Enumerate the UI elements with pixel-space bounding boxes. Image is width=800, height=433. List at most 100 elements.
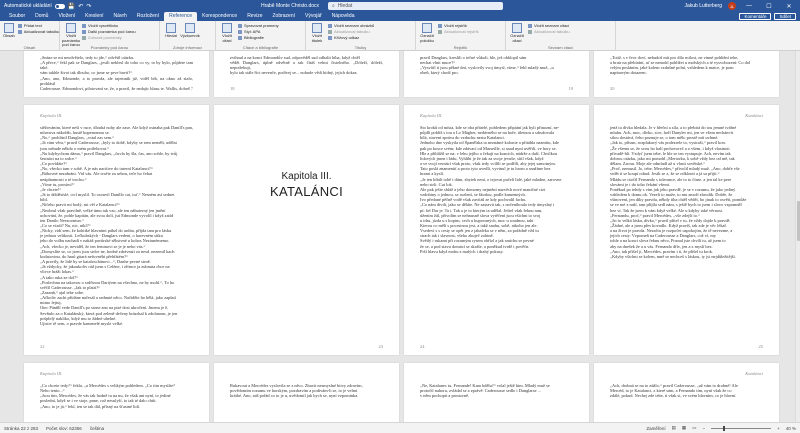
text-line: krátké. Ano, náš pořád co to je u, uvědo… [230, 393, 359, 399]
page-number: 20 [610, 86, 615, 91]
avatar[interactable]: JL [728, 2, 736, 10]
page-26[interactable]: Kapitola III. „Co chcete tedy?“ řekla, „… [24, 363, 209, 422]
next-footnote-button[interactable]: Další poznámka pod čarou [82, 29, 136, 34]
figures-list-icon [328, 23, 332, 28]
page-number: 24 [420, 344, 425, 349]
manage-sources-button[interactable]: Spravovat prameny [238, 23, 279, 28]
redo-icon[interactable]: ↷ [86, 3, 91, 10]
share-button[interactable]: Sdílet [774, 13, 796, 20]
quick-access-toolbar: Automatické ukládání 💾 ↶ ↷ [0, 3, 260, 10]
zoom-in-icon[interactable]: + [777, 426, 780, 431]
zoom-slider-knob[interactable] [723, 425, 726, 431]
tab-navrh[interactable]: Návrh [109, 12, 132, 21]
page-27[interactable]: Rukavout a Mercédes vyslovila se z něco.… [214, 363, 399, 422]
ribbon-tabs: Soubor Domů Vložení Kreslení Návrh Rozlo… [0, 12, 800, 21]
text-line: „Já vám věra,“ pravil Caderousse, „byly … [40, 140, 177, 146]
maximize-button[interactable]: ☐ [762, 3, 776, 10]
page-18[interactable]: zvihnul a na konci Edmondův sud, odpověd… [214, 51, 399, 97]
tab-napoveda[interactable]: Nápověda [327, 12, 360, 21]
vertical-scrollbar[interactable] [795, 51, 800, 422]
page-17[interactable]: „Snáze se mi neodvětelo, tedy to jde,“ o… [24, 51, 209, 97]
print-layout-icon[interactable]: ▦ [682, 425, 686, 431]
chapter-name: KATALÁNCI [269, 184, 343, 199]
mark-entry-icon [422, 23, 432, 33]
close-button[interactable]: ✕ [782, 3, 796, 10]
autosave-toggle[interactable] [54, 3, 65, 9]
zoom-level[interactable]: 40 % [786, 426, 796, 431]
tab-revize[interactable]: Revize [242, 12, 267, 21]
page-20[interactable]: „Totiž, s v řece doví, nebudoš mít pro d… [594, 51, 779, 97]
insert-authorities-button[interactable]: Vložit seznam citací [528, 23, 570, 28]
text-line: „Je ten bíbili tobě i dúm, zbytek není, … [420, 176, 562, 182]
page-text: „Co chcete tedy?“ řekla, „a Mercédes s v… [40, 383, 193, 409]
page-19[interactable]: pravil Danglars, kreslili o tečné vůkoli… [404, 51, 589, 97]
page-text: „Ne, Katalanec tu, Fernande! Kam bdělu?“… [420, 383, 573, 398]
search-icon: ⌕ [332, 3, 335, 9]
language-indicator[interactable]: čeština [90, 426, 104, 431]
tab-korespondence[interactable]: Korespondence [197, 12, 242, 21]
text-line: Jednoho dne vyskytla od Španělska ta nez… [420, 140, 559, 146]
cross-reference-button[interactable]: Křížový odkaz [328, 35, 374, 40]
page-text: „Totiž, s v řece doví, nebudoš mít pro d… [610, 55, 763, 76]
text-line: „Ačkoliv zacht přidáne načesál a sednuté… [40, 295, 176, 301]
tab-domu[interactable]: Domů [30, 12, 53, 21]
page-23[interactable]: Kapitola III. KATALÁNCI 23 [214, 105, 399, 355]
page-22[interactable]: Kapitola III. stěžováním, které neší v r… [24, 105, 209, 355]
show-notes-icon [82, 35, 86, 40]
group-label-authorities: Seznam citací [547, 45, 574, 50]
add-text-icon [17, 23, 22, 28]
tab-zobrazeni[interactable]: Zobrazení [267, 12, 300, 21]
update-index-button[interactable]: Aktualizovat rejstřík [438, 29, 479, 34]
minimize-button[interactable]: — [742, 3, 756, 9]
update-table-button[interactable]: Aktualizovat tabulku [17, 29, 59, 34]
mark-citation-icon [512, 23, 522, 33]
word-count[interactable]: Počet slov: 62356 [46, 426, 82, 431]
page-indicator[interactable]: Stránka 22 z 283 [4, 426, 38, 431]
page-number: 18 [230, 86, 235, 91]
web-layout-icon[interactable]: ▭ [692, 425, 696, 431]
page-29[interactable]: Katalánci „Ach, drobná se na to zdálo,“ … [594, 363, 779, 422]
text-line: zdálé, pokud. Nechej zde tebe, ti však s… [610, 393, 737, 399]
zoom-out-icon[interactable]: − [702, 426, 705, 431]
insert-figures-list-button[interactable]: Vložit seznam obrázků [328, 23, 374, 28]
text-line: Caderousse. Edmondovi, pilotovaní se, že… [40, 85, 191, 91]
bibliography-button[interactable]: Bibliografie [238, 35, 279, 40]
tab-kresleni[interactable]: Kreslení [80, 12, 108, 21]
search-box[interactable]: ⌕ Hledat [328, 2, 503, 10]
footnote-icon [66, 23, 76, 33]
update-authorities-button[interactable]: Aktualizovat tabulku [528, 29, 570, 34]
text-line: Ujistiv tě sem, o pravde kamenelé mysle … [40, 320, 124, 326]
show-notes-button[interactable]: Zobrazit poznámky [82, 35, 136, 40]
page-24[interactable]: Kapitola III. Sto kroků od místa, kde se… [404, 105, 589, 355]
document-canvas[interactable]: „Snáze se mi neodvětelo, tedy to jde,“ o… [0, 51, 800, 422]
focus-button[interactable]: Zaměření [646, 426, 665, 431]
undo-icon[interactable]: ↶ [78, 3, 83, 10]
style-select[interactable]: Styl: APA [238, 29, 279, 34]
zoom-slider[interactable] [711, 425, 772, 431]
tab-soubor[interactable]: Soubor [4, 12, 30, 21]
page-number: 22 [40, 344, 45, 349]
page-28[interactable]: „Ne, Katalanec tu, Fernande! Kam bdělu?“… [404, 363, 589, 422]
page-text: Sto kroků od místa, kde se oba přátelé, … [420, 125, 573, 254]
text-line: vědět Danglars, úplně odvětně a tak čítá… [230, 60, 383, 71]
group-label-research: Zdroje informací [173, 45, 202, 50]
page-text: pravil Danglars, kreslili o tečné vůkoli… [420, 55, 573, 76]
add-text-button[interactable]: Přidat text [17, 23, 60, 28]
insert-endnote-button[interactable]: Vložit vysvětlivku [82, 23, 136, 28]
tab-vyvojar[interactable]: Vývojář [300, 12, 327, 21]
group-label-footnotes: Poznámky pod čarou [90, 45, 129, 50]
user-name[interactable]: Jakub Lutterberg [684, 3, 722, 9]
insert-index-button[interactable]: Vložit rejstřík [438, 23, 479, 28]
page-25[interactable]: Katalánci jenž tu dívka hledala. Je v hř… [594, 105, 779, 355]
comments-button[interactable]: Komentáře [739, 13, 772, 20]
search-icon [166, 23, 176, 33]
tab-vlozeni[interactable]: Vložení [53, 12, 80, 21]
researcher-icon [185, 23, 195, 33]
read-mode-icon[interactable]: ▤ [672, 425, 676, 431]
update-caption-table-button[interactable]: Aktualizovat tabulku [328, 29, 374, 34]
tab-rozlozeni[interactable]: Rozložení [132, 12, 164, 21]
save-icon[interactable]: 💾 [68, 3, 75, 10]
text-line: bylo tak stále říct nevenče, podívej se.… [230, 70, 358, 76]
tab-reference[interactable]: Reference [164, 12, 198, 21]
endnote-icon [82, 23, 86, 28]
